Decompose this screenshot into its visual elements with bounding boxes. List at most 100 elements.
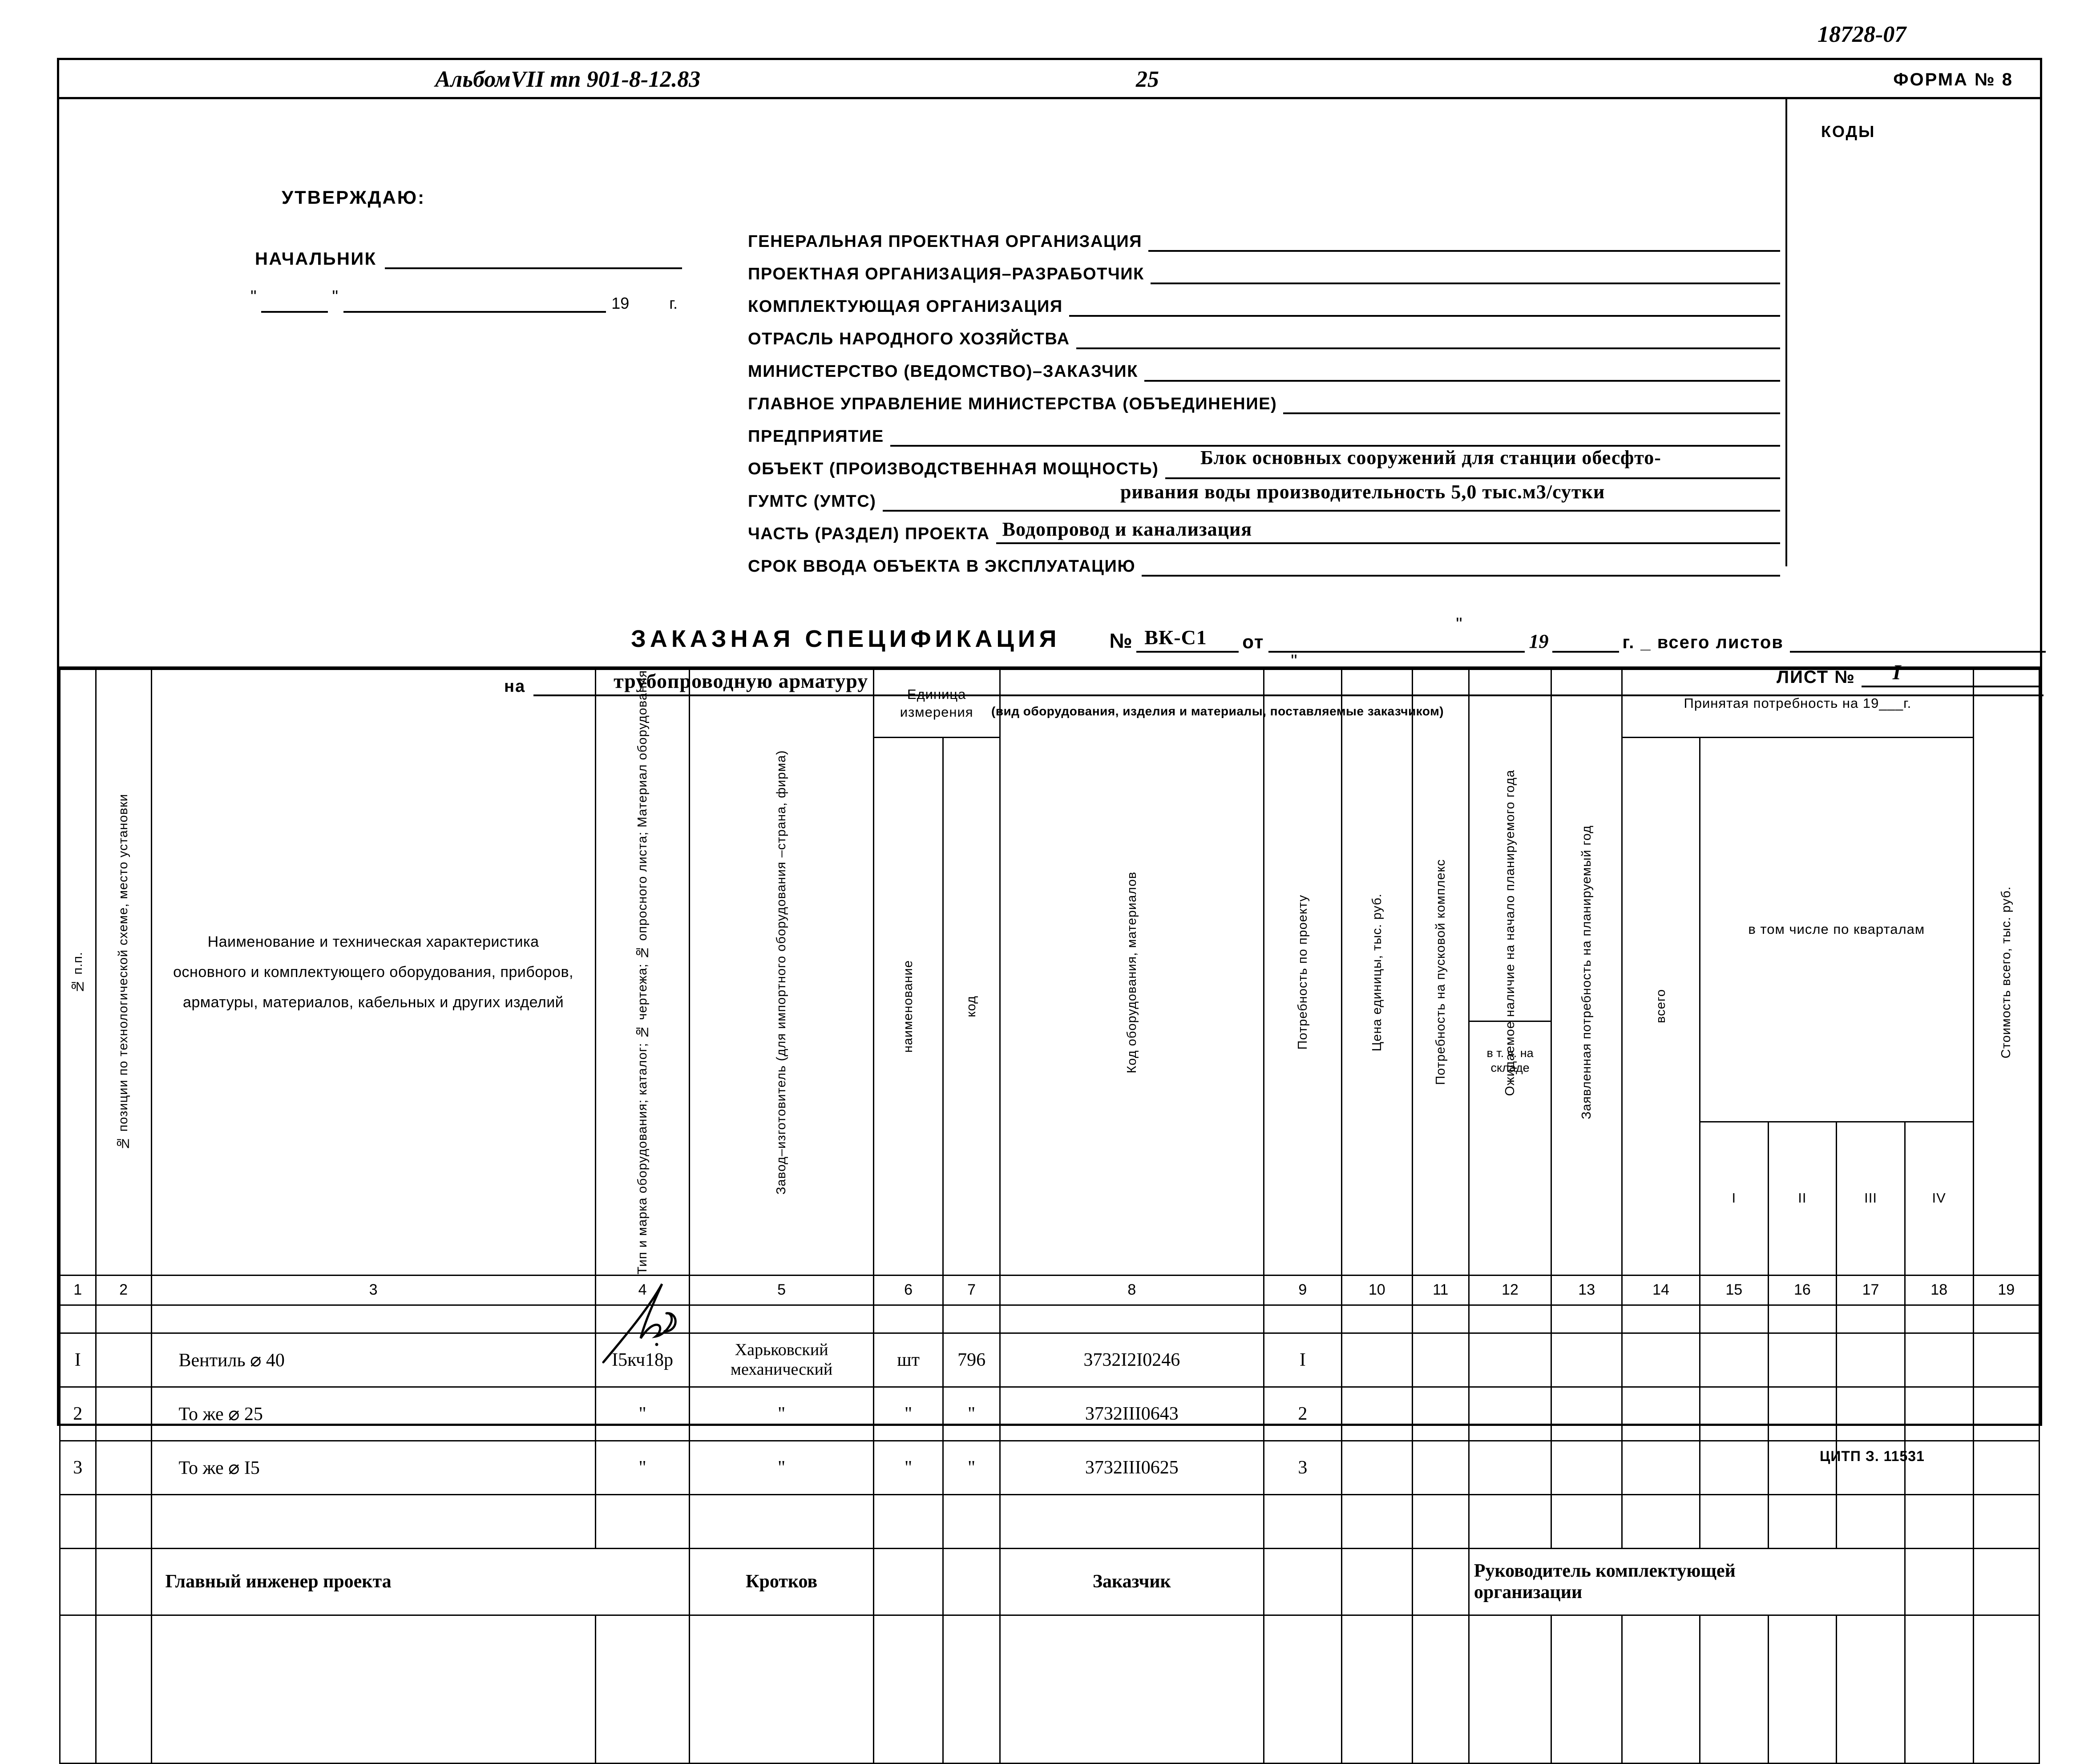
cell-need-startup (1411, 1386, 1470, 1441)
cell-manufacturer: " (689, 1440, 874, 1495)
field-row-developer-org: ПРОЕКТНАЯ ОРГАНИЗАЦИЯ–РАЗРАБОТЧИК (748, 252, 1780, 284)
col-header-5-label: Завод–изготовитель (для импортного обору… (774, 750, 789, 1195)
col-header-4: Тип и марка оборудования; каталог; № чер… (594, 669, 691, 1276)
col-num: 17 (1836, 1274, 1906, 1306)
approval-block: УТВЕРЖДАЮ: НАЧАЛЬНИК " " 19 г. (250, 187, 682, 313)
col-header-9-label: Потребность по проекту (1295, 895, 1310, 1050)
handwritten-doc-number: 18728-07 (1817, 22, 1906, 47)
col-group-by-quarters: в том числе по кварталам (1699, 737, 1974, 1122)
cell-unit-name: " (872, 1440, 944, 1495)
col-header-7: код (942, 737, 1001, 1276)
cell-unit-name: " (872, 1386, 944, 1441)
cell-type-mark: " (594, 1440, 691, 1495)
col-header-14: всего (1621, 737, 1700, 1276)
col-num: 6 (872, 1274, 944, 1306)
col-num: 7 (942, 1274, 1001, 1306)
signature-customer-cell: Заказчик (999, 1547, 1264, 1616)
field-row-general-design-org: ГЕНЕРАЛЬНАЯ ПРОЕКТНАЯ ОРГАНИЗАЦИЯ (748, 219, 1780, 252)
spec-title: ЗАКАЗНАЯ СПЕЦИФИКАЦИЯ (631, 626, 1061, 652)
cell-manufacturer: " (689, 1386, 874, 1441)
footer-code: ЦИТП З. 11531 (1820, 1448, 1925, 1464)
cell-name: То же ⌀ I5 (150, 1440, 596, 1495)
table-group-header-row: № п.п. № позиции по технологической схем… (59, 669, 2040, 1276)
signature-supplier-line2: организации (1474, 1582, 1583, 1603)
cell-q3 (1836, 1332, 1906, 1388)
signature-engineer-label: Главный инженер проекта (165, 1571, 392, 1592)
cell-name: Вентиль ⌀ 40 (150, 1332, 596, 1388)
col-header-1: № п.п. (59, 669, 97, 1276)
spec-number-input[interactable]: ВК-С1 (1136, 626, 1239, 653)
signature-supplier-line1: Руководитель комплектующей (1474, 1560, 1736, 1581)
spec-year-prefix: 19 (1529, 630, 1549, 652)
approval-date-row: " " 19 г. (250, 287, 678, 313)
col-group-unit: Единица измерения (872, 669, 1001, 738)
cell-unit-price (1341, 1386, 1413, 1441)
col-num: 4 (594, 1274, 691, 1306)
cell-declared-need (1551, 1440, 1623, 1495)
spec-number-value: ВК-С1 (1144, 626, 1207, 649)
col-num: 2 (95, 1274, 152, 1306)
spec-date-input[interactable]: " " (1268, 614, 1525, 671)
approval-day-rule[interactable] (261, 298, 328, 313)
field-row-project-part: ЧАСТЬ (РАЗДЕЛ) ПРОЕКТА Водопровод и кана… (748, 512, 1780, 544)
cell-need-project: 2 (1263, 1386, 1342, 1441)
col-num: 15 (1699, 1274, 1769, 1306)
cell-equipment-code: 3732I2I0246 (999, 1332, 1264, 1388)
field-input[interactable] (1148, 230, 1780, 252)
col-header-19: Стоимость всего, тыс. руб. (1972, 669, 2040, 1276)
header-strip: АльбомVII тп 901-8-12.83 25 ФОРМА № 8 (59, 60, 2040, 99)
col-num: 13 (1551, 1274, 1623, 1306)
field-input[interactable]: Водопровод и канализация (996, 518, 1780, 544)
field-input[interactable] (1076, 327, 1780, 349)
cell-total (1621, 1386, 1700, 1441)
field-row-commissioning-date: СРОК ВВОДА ОБЪЕКТА В ЭКСПЛУАТАЦИЮ (748, 544, 1780, 577)
cell-scheme-pos (95, 1440, 152, 1495)
field-input[interactable] (1283, 392, 1780, 414)
cell-type-mark: I5кч18р (594, 1332, 691, 1388)
table-row[interactable]: 3 То же ⌀ I5 " " " " 3732III0625 3 (59, 1440, 2040, 1495)
field-row-supplier-org: КОМПЛЕКТУЮЩАЯ ОРГАНИЗАЦИЯ (748, 284, 1780, 317)
field-label: ПРЕДПРИЯТИЕ (748, 427, 884, 446)
col-header-17: III (1836, 1121, 1906, 1276)
field-label: КОМПЛЕКТУЮЩАЯ ОРГАНИЗАЦИЯ (748, 297, 1063, 316)
cell-expected-stock (1468, 1332, 1552, 1388)
col-header-4-label: Тип и марка оборудования; каталог; № чер… (635, 670, 650, 1275)
cell-q4 (1904, 1386, 1974, 1441)
col-header-7-label: код (964, 995, 979, 1017)
col-header-16: II (1767, 1121, 1838, 1276)
col-num: 8 (999, 1274, 1264, 1306)
field-input[interactable] (1142, 554, 1780, 577)
table-row[interactable]: I Вентиль ⌀ 40 I5кч18р Харьковский механ… (59, 1332, 2040, 1388)
table-row[interactable]: 2 То же ⌀ 25 " " " " 3732III0643 2 (59, 1386, 2040, 1441)
approval-month-rule[interactable] (343, 298, 606, 313)
field-row-enterprise: ПРЕДПРИЯТИЕ (748, 414, 1780, 447)
cell-q2 (1767, 1386, 1838, 1441)
table-signature-row: Главный инженер проекта Кротков Заказчик… (59, 1547, 2040, 1616)
col-header-1-label: № п.п. (70, 951, 85, 993)
col-group-accepted-need-label: Принятая потребность на 19___г. (1684, 695, 1912, 711)
cell-declared-need (1551, 1386, 1623, 1441)
quote-open: " (1456, 614, 1462, 634)
cell-equipment-code: 3732III0625 (999, 1440, 1264, 1495)
col-header-8: Код оборудования, материалов (999, 669, 1264, 1276)
chief-name-rule[interactable] (384, 251, 682, 269)
field-input[interactable] (1150, 262, 1780, 284)
cell-need-project: 3 (1263, 1440, 1342, 1495)
signature-engineer-cell: Главный инженер проекта (150, 1547, 691, 1616)
spec-total-sheets-input[interactable] (1789, 633, 2046, 653)
col-num: 14 (1621, 1274, 1700, 1306)
table-spacer-row (59, 1304, 2040, 1334)
field-input[interactable] (1069, 295, 1780, 317)
field-row-industry-branch: ОТРАСЛЬ НАРОДНОГО ХОЗЯЙСТВА (748, 317, 1780, 349)
col-header-10-label: Цена единицы, тыс. руб. (1369, 893, 1384, 1051)
spec-year-input[interactable] (1552, 633, 1619, 653)
field-input[interactable] (1144, 359, 1780, 382)
signature-engineer-name: Кротков (746, 1571, 818, 1592)
album-label: АльбомVII тп 901-8-12.83 (435, 67, 701, 92)
col-header-18-label: IV (1932, 1190, 1946, 1206)
cell-pos-num: 2 (59, 1386, 97, 1441)
cell-need-project: I (1263, 1332, 1342, 1388)
field-input[interactable] (890, 424, 1780, 447)
cell-expected-stock (1468, 1386, 1552, 1441)
col-num: 12 (1468, 1274, 1552, 1306)
